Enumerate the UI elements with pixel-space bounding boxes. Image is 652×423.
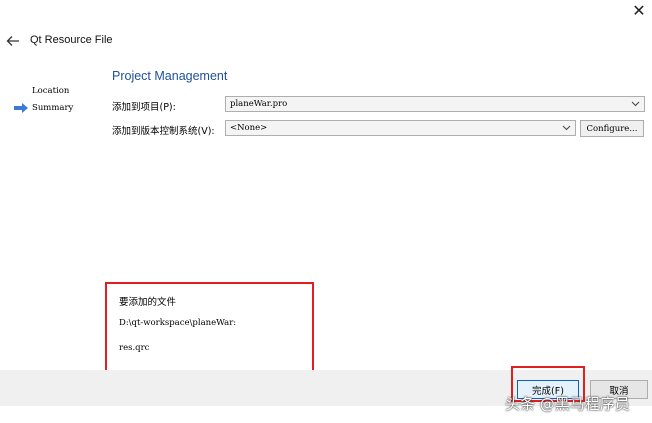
project-combobox-value: planeWar.pro	[230, 99, 288, 109]
close-icon[interactable]: ✕	[626, 0, 652, 20]
project-label: 添加到项目(P):	[112, 102, 176, 113]
window-title: Qt Resource File	[30, 34, 113, 46]
vcs-combobox-value: <None>	[230, 123, 268, 133]
chevron-down-icon	[631, 101, 640, 107]
chevron-down-icon	[562, 125, 571, 131]
back-arrow-icon[interactable]	[4, 32, 22, 50]
current-step-arrow-icon	[14, 102, 28, 113]
files-path: D:\qt-workspace\planeWar:	[119, 318, 237, 328]
wizard-steps: Location Summary	[14, 82, 73, 116]
watermark: 头条 @黑马程序员	[505, 395, 630, 413]
step-label: Location	[32, 85, 70, 96]
section-title: Project Management	[112, 69, 228, 83]
files-heading: 要添加的文件	[119, 297, 177, 308]
vcs-combobox[interactable]: <None>	[225, 120, 576, 136]
configure-button[interactable]: Configure...	[580, 120, 644, 137]
project-combobox[interactable]: planeWar.pro	[225, 96, 645, 112]
vcs-label: 添加到版本控制系统(V):	[112, 126, 215, 137]
files-filename: res.qrc	[119, 343, 150, 353]
step-summary: Summary	[14, 99, 73, 116]
step-location: Location	[14, 82, 73, 99]
step-label: Summary	[32, 102, 74, 113]
